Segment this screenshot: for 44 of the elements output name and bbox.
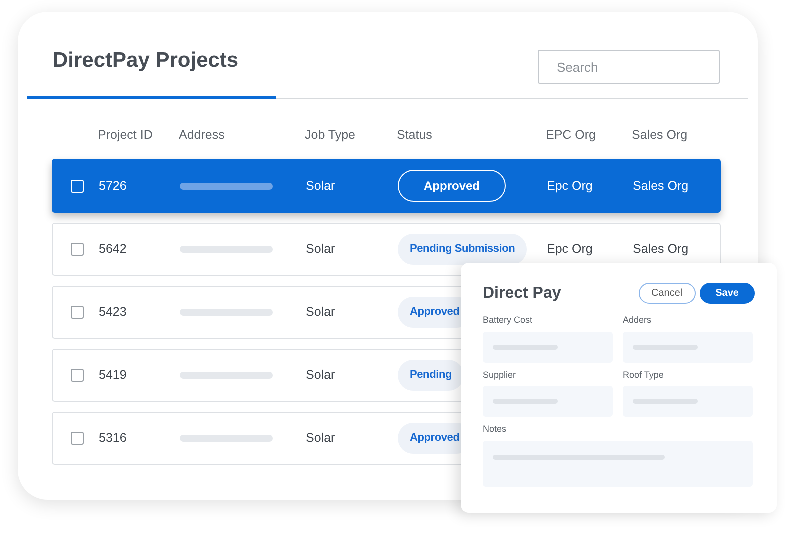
table-cell: Solar (306, 305, 336, 320)
cancel-button[interactable]: Cancel (638, 283, 696, 304)
table-cell: 5316 (99, 431, 127, 446)
panel-title: Direct Pay (483, 284, 562, 304)
field-label: Adders (623, 314, 653, 327)
table-cell: Sales Org (633, 178, 689, 193)
status-badge: Approved (398, 170, 506, 202)
input-field[interactable] (623, 332, 753, 362)
column-header: Project ID (98, 128, 153, 142)
checkbox[interactable] (71, 306, 84, 319)
table-cell: 5726 (99, 178, 127, 193)
save-button[interactable]: Save (700, 283, 755, 304)
table-cell: Epc Org (547, 242, 593, 256)
table-row[interactable]: 5726 Solar Approved Epc Org Sales Org (52, 159, 721, 213)
input-field[interactable] (623, 386, 753, 417)
search-field[interactable]: Search (538, 50, 720, 84)
table-cell: Epc Org (547, 178, 593, 193)
field-label: Supplier (483, 368, 518, 382)
field-label: Battery Cost (483, 314, 534, 327)
input-field[interactable] (483, 440, 753, 486)
column-header: Sales Org (632, 128, 688, 142)
table-cell: Sales Org (633, 242, 689, 256)
input-field[interactable] (483, 386, 613, 417)
table-cell: 5423 (99, 305, 127, 320)
table-cell: 5642 (99, 242, 127, 256)
table-cell: Solar (306, 242, 336, 256)
input-field[interactable] (483, 332, 613, 362)
checkbox[interactable] (71, 369, 84, 382)
column-header: EPC Org (546, 128, 596, 142)
table-cell: Solar (306, 431, 336, 446)
column-header: Address (179, 128, 225, 142)
field-label: Roof Type (623, 368, 665, 382)
status-badge: Pending Submission (398, 234, 528, 265)
checkbox[interactable] (71, 243, 84, 256)
page-title: DirectPay Projects (53, 48, 239, 74)
column-header: Job Type (305, 128, 356, 142)
table-cell: 5419 (99, 368, 127, 382)
status-badge: Pending (398, 360, 464, 391)
field-label: Notes (483, 423, 508, 436)
table-cell: Solar (306, 178, 336, 193)
table-row[interactable]: 5642 Solar Pending Submission Epc Org Sales Org (52, 223, 721, 276)
column-header: Status (397, 128, 432, 142)
checkbox[interactable] (71, 432, 84, 445)
table-cell: Solar (306, 368, 336, 382)
